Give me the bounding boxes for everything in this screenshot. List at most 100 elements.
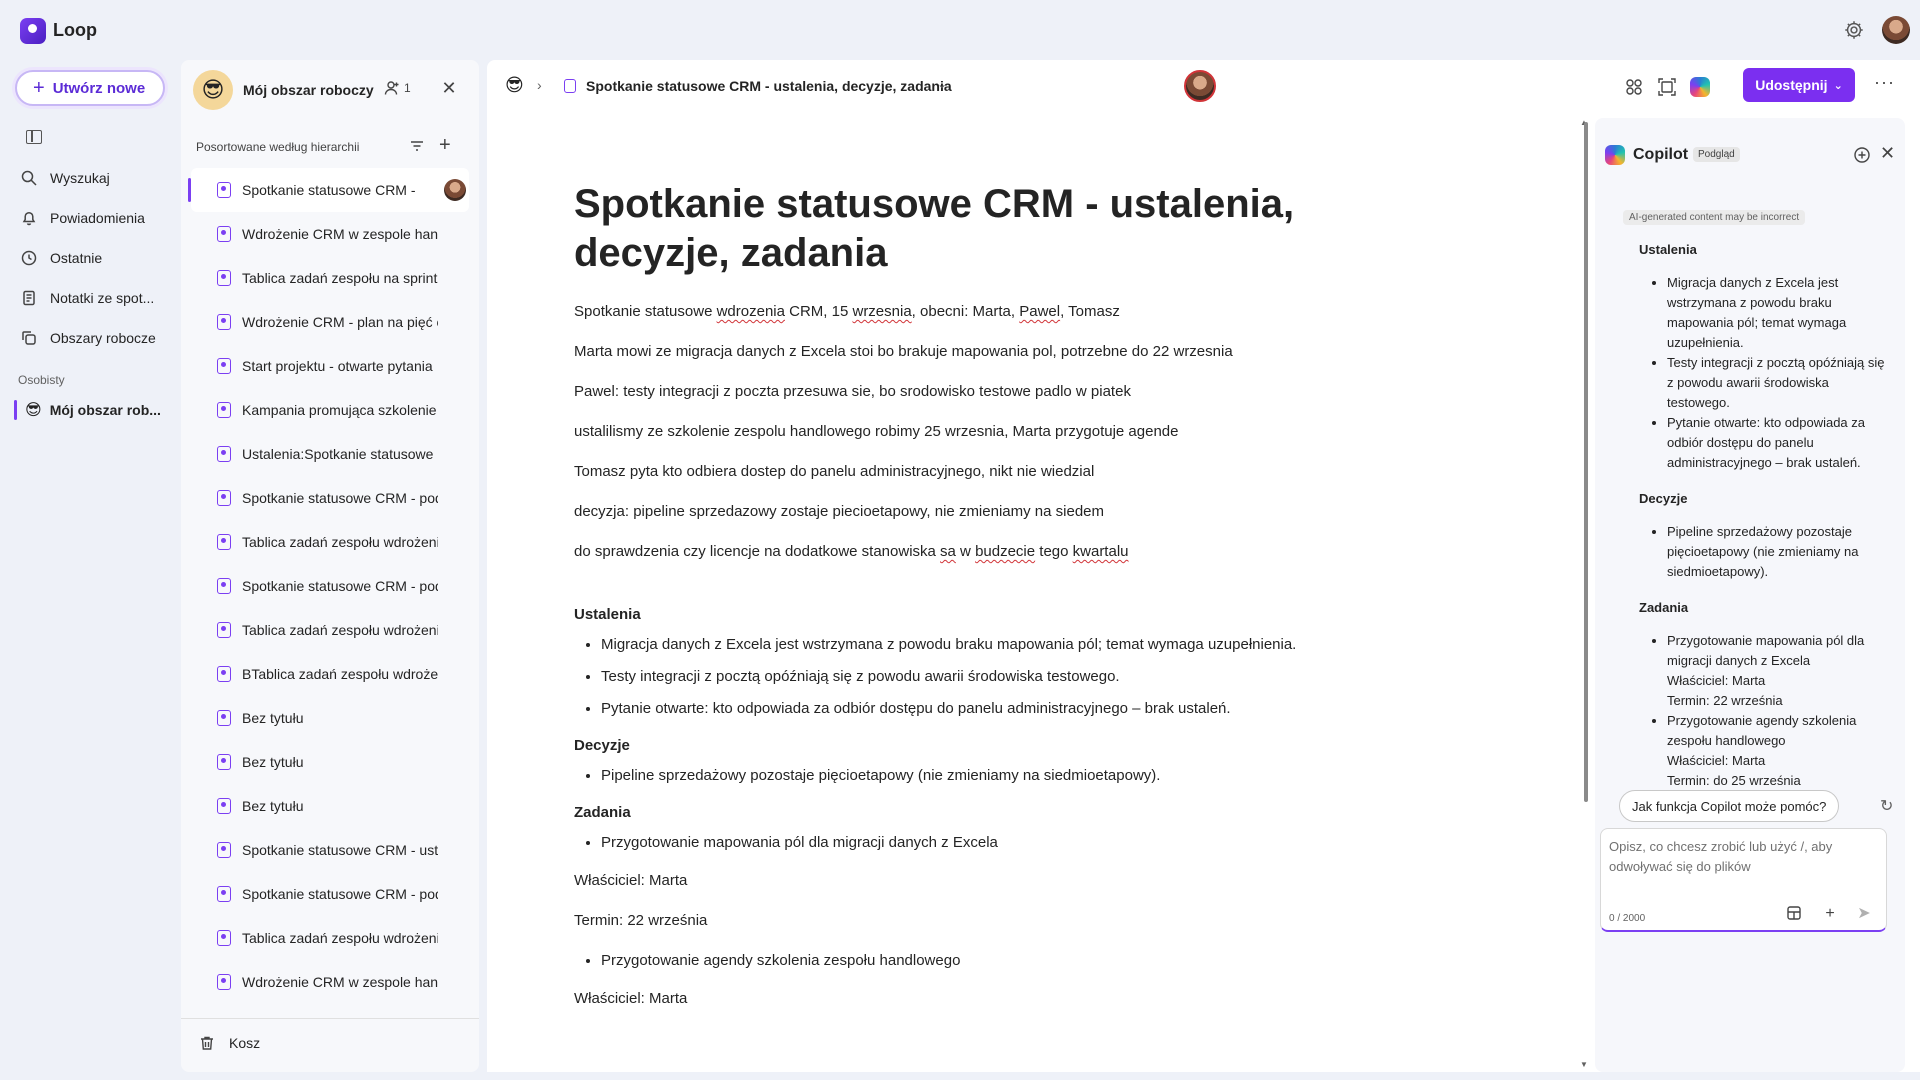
collaborator-presence-avatar[interactable] (1184, 70, 1216, 102)
workspace-panel: 😎 Mój obszar roboczy 1 ✕ Posortowane wed… (181, 60, 479, 1072)
new-chat-icon[interactable] (1853, 146, 1871, 164)
note-paragraph[interactable]: Pawel: testy integracji z poczta przesuw… (574, 382, 1414, 402)
page-list-item[interactable]: Wdrożenie CRM w zespole handlowym (181, 960, 479, 1004)
suggested-prompt-chip[interactable]: Jak funkcja Copilot może pomóc? (1619, 790, 1840, 822)
components-icon[interactable] (1624, 77, 1644, 97)
document-title[interactable]: Spotkanie statusowe CRM - ustalenia, dec… (574, 180, 1414, 278)
page-list-item[interactable]: Spotkanie statusowe CRM - podsumowanie (181, 564, 479, 608)
nav-item-workspaces[interactable]: Obszary robocze (20, 323, 170, 353)
section-heading-decyzje[interactable]: Decyzje (574, 737, 1414, 754)
share-button[interactable]: Udostępnij ⌄ (1743, 68, 1855, 102)
task-owner: Właściciel: Marta (1667, 673, 1766, 688)
note-paragraph[interactable]: Tomasz pyta kto odbiera dostep do panelu… (574, 462, 1414, 482)
fullscreen-icon[interactable] (1657, 77, 1677, 97)
task-owner[interactable]: Właściciel: Marta (574, 871, 1414, 891)
page-list-item[interactable]: Tablica zadań zespołu na sprint (181, 256, 479, 300)
meeting-intro[interactable]: Spotkanie statusowe wdrozenia CRM, 15 wr… (574, 302, 1414, 322)
page-list-item[interactable]: Bez tytułu (181, 740, 479, 784)
page-list-item[interactable]: Spotkanie statusowe CRM - podsumowanie (181, 872, 479, 916)
send-icon[interactable]: ➤ (1855, 905, 1873, 923)
copilot-logo-icon (1605, 145, 1625, 165)
task-due[interactable]: Termin: 22 września (574, 911, 1414, 931)
list-item[interactable]: Pipeline sprzedażowy pozostaje pięcioeta… (601, 766, 1414, 786)
list-item[interactable]: Testy integracji z pocztą opóźniają się … (601, 667, 1414, 687)
filter-icon[interactable] (409, 138, 425, 154)
chevron-right-icon: › (537, 77, 542, 93)
note-paragraph[interactable]: Marta mowi ze migracja danych z Excela s… (574, 342, 1414, 362)
page-list-item[interactable]: Tablica zadań zespołu wdrożeniowego (181, 916, 479, 960)
document-canvas: 😎 › Spotkanie statusowe CRM - ustalenia,… (487, 60, 1920, 1072)
create-new-button[interactable]: + Utwórz nowe (15, 70, 165, 106)
task-owner[interactable]: Właściciel: Marta (574, 989, 1414, 1009)
page-list-item[interactable]: Wdrożenie CRM w zespole handlowym (181, 212, 479, 256)
nav-item-search[interactable]: Wyszukaj (20, 163, 170, 193)
close-icon[interactable]: ✕ (1880, 143, 1895, 164)
attach-plus-icon[interactable]: + (1821, 905, 1839, 923)
chevron-down-icon[interactable]: ⌄ (937, 77, 947, 91)
nav-item-label: Notatki ze spot... (50, 290, 155, 306)
section-heading-zadania[interactable]: Zadania (574, 804, 1414, 821)
note-paragraph[interactable]: ustalilismy ze szkolenie zespolu handlow… (574, 422, 1414, 442)
page-title: Bez tytułu (242, 798, 304, 814)
loop-page-icon (217, 622, 231, 638)
copilot-decyzje-list: Pipeline sprzedażowy pozostaje pięcioeta… (1667, 522, 1891, 582)
document-body[interactable]: Spotkanie statusowe CRM - ustalenia, dec… (574, 180, 1414, 1072)
page-list-item[interactable]: Kampania promująca szkolenie (181, 388, 479, 432)
scroll-down-icon[interactable]: ▼ (1580, 1060, 1588, 1069)
document-scrollbar[interactable] (1584, 122, 1588, 802)
breadcrumb-page-title[interactable]: Spotkanie statusowe CRM - ustalenia, dec… (586, 78, 952, 94)
task-due: Termin: 22 września (1667, 693, 1783, 708)
note-paragraph[interactable]: decyzja: pipeline sprzedazowy zostaje pi… (574, 502, 1414, 522)
section-heading-ustalenia[interactable]: Ustalenia (574, 606, 1414, 623)
list-item[interactable]: Pytanie otwarte: kto odpowiada za odbiór… (601, 699, 1414, 719)
trash-icon (201, 1036, 213, 1050)
page-list-item[interactable]: Start projektu - otwarte pytania (181, 344, 479, 388)
workspace-breadcrumb-icon[interactable]: 😎 (505, 75, 524, 96)
nav-item-my-workspace[interactable]: 😎 Mój obszar rob... (14, 396, 174, 424)
list-item[interactable]: Przygotowanie agendy szkolenia zespołu h… (601, 951, 1414, 971)
nav-item-recent[interactable]: Ostatnie (20, 243, 170, 273)
page-list-item[interactable]: Tablica zadań zespołu wdrożeniowego (181, 520, 479, 564)
more-options-icon[interactable]: ··· (1874, 72, 1895, 93)
page-list-item[interactable]: BTablica zadań zespołu wdrożeniowego (181, 652, 479, 696)
loop-page-icon (217, 886, 231, 902)
list-item[interactable]: Migracja danych z Excela jest wstrzymana… (601, 635, 1414, 655)
page-list-item[interactable]: Spotkanie statusowe CRM - podsumowanie (181, 476, 479, 520)
workspace-members-button[interactable]: 1 (384, 80, 411, 96)
page-list-item[interactable]: Spotkanie statusowe CRM - (188, 168, 469, 212)
page-list-item[interactable]: Tablica zadań zespołu wdrożeniowego (181, 608, 479, 652)
share-label: Udostępnij (1755, 77, 1828, 93)
page-list-item[interactable]: Ustalenia:Spotkanie statusowe CRM (181, 432, 479, 476)
nav-item-notifications[interactable]: Powiadomienia (20, 203, 170, 233)
copilot-icon[interactable] (1690, 77, 1710, 97)
note-paragraph[interactable]: do sprawdzenia czy licencje na dodatkowe… (574, 542, 1414, 562)
refresh-icon[interactable]: ↻ (1880, 796, 1893, 816)
sidebar-toggle-icon[interactable] (26, 130, 42, 144)
loop-page-icon (217, 842, 231, 858)
list-item[interactable]: Przygotowanie mapowania pól dla migracji… (601, 833, 1414, 853)
plus-icon: + (33, 76, 45, 99)
page-list-item[interactable]: Bez tytułu (181, 696, 479, 740)
prompt-gallery-icon[interactable] (1785, 905, 1803, 923)
create-new-label: Utwórz nowe (52, 79, 146, 97)
notes-icon (20, 289, 38, 307)
workspace-title[interactable]: Mój obszar roboczy (243, 82, 374, 98)
user-avatar[interactable] (1882, 16, 1910, 44)
page-list-item[interactable]: Bez tytułu (181, 784, 479, 828)
close-icon[interactable]: ✕ (440, 79, 458, 97)
settings-gear-icon[interactable] (1843, 19, 1865, 41)
ustalenia-list: Migracja danych z Excela jest wstrzymana… (601, 635, 1414, 719)
nav-item-meeting-notes[interactable]: Notatki ze spot... (20, 283, 170, 313)
nav-item-label: Obszary robocze (50, 330, 156, 346)
add-page-icon[interactable]: + (439, 134, 451, 157)
loop-logo-icon[interactable] (20, 18, 46, 44)
page-title: Spotkanie statusowe CRM - (242, 182, 416, 198)
page-title: Start projektu - otwarte pytania (242, 358, 433, 374)
page-list-item[interactable]: Wdrożenie CRM - plan na pięć etapów (181, 300, 479, 344)
copilot-prompt-input[interactable] (1609, 837, 1869, 881)
chevron-down-icon: ⌄ (1833, 79, 1843, 92)
copilot-heading-ustalenia: Ustalenia (1639, 242, 1697, 257)
trash-button[interactable]: Kosz (199, 1035, 260, 1051)
page-list-item[interactable]: Spotkanie statusowe CRM - ustalenia (181, 828, 479, 872)
list-item: Testy integracji z pocztą opóźniają się … (1667, 353, 1891, 413)
